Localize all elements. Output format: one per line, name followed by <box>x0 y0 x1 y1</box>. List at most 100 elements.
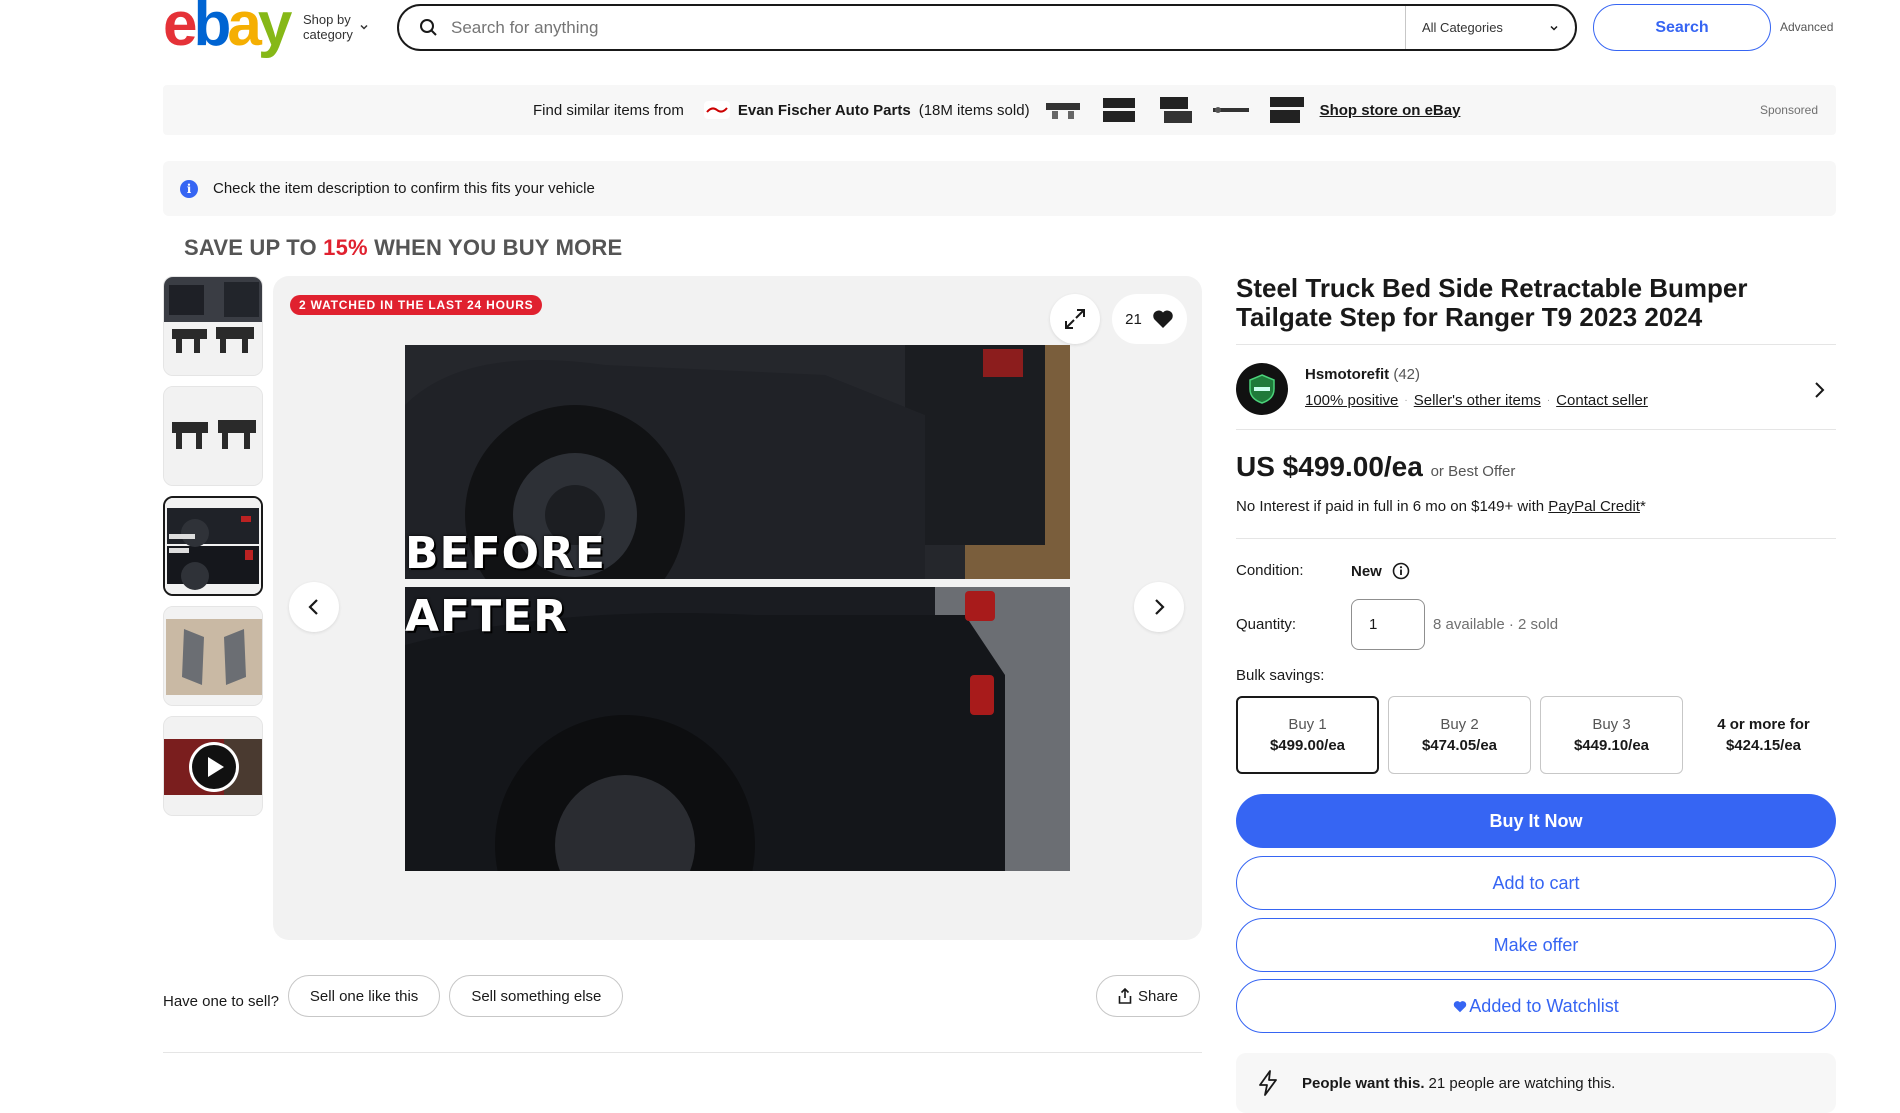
bulk-price: $499.00/ea <box>1269 737 1346 754</box>
separator-dot: · <box>1546 395 1551 406</box>
search-icon <box>420 18 437 36</box>
quantity-input[interactable]: 1 <box>1351 599 1425 650</box>
search-input[interactable] <box>451 17 1405 38</box>
truck-step-icon <box>1159 97 1192 123</box>
divider <box>1236 344 1836 345</box>
people-watching-text: 21 people are watching this. <box>1428 1074 1616 1092</box>
item-price: US $499.00/ea <box>1236 451 1423 482</box>
shop-store-link[interactable]: Shop store on eBay <box>1320 102 1461 119</box>
search-button[interactable]: Search <box>1593 4 1771 51</box>
search-bar: All Categories <box>397 4 1577 51</box>
thumbnail-3[interactable] <box>163 496 263 596</box>
sell-prompt: Have one to sell? <box>163 993 279 1010</box>
item-title: Steel Truck Bed Side Retractable Bumper … <box>1236 273 1748 332</box>
thumbnail-video[interactable] <box>163 716 263 816</box>
condition-label: Condition: <box>1236 562 1304 579</box>
promo-suffix: WHEN YOU BUY MORE <box>374 235 623 260</box>
previous-image-button[interactable] <box>289 582 339 632</box>
bulk-option-4[interactable]: 4 or more for $424.15/ea <box>1692 696 1835 774</box>
credit-text: No Interest if paid in full in 6 mo on $… <box>1236 498 1545 515</box>
shop-by-category-button[interactable]: Shop by category <box>303 12 369 42</box>
next-image-button[interactable] <box>1134 582 1184 632</box>
bulk-savings-label: Bulk savings: <box>1236 667 1325 684</box>
category-label: category <box>303 27 353 42</box>
truck-step-icon <box>1102 98 1135 122</box>
bulk-option-1[interactable]: Buy 1 $499.00/ea <box>1236 696 1379 774</box>
thumbnail-4[interactable] <box>163 606 263 706</box>
watch-button[interactable]: 21 <box>1112 294 1187 344</box>
sell-one-like-this-button[interactable]: Sell one like this <box>287 975 441 1017</box>
fullscreen-button[interactable] <box>1050 294 1100 344</box>
sell-something-else-button[interactable]: Sell something else <box>449 975 624 1017</box>
store-item-thumbnail[interactable] <box>1100 95 1138 125</box>
before-label: BEFORE <box>405 528 606 579</box>
chevron-right-icon[interactable] <box>1813 381 1825 399</box>
watchlist-button[interactable]: Added to Watchlist <box>1236 979 1836 1033</box>
store-item-thumbnail[interactable] <box>1268 95 1306 125</box>
people-watching-banner: People want this. 21 people are watching… <box>1236 1053 1836 1113</box>
seller-feedback-count: (42) <box>1393 366 1421 383</box>
video-thumbnail <box>164 717 262 815</box>
paypal-credit-link[interactable]: PayPal Credit <box>1548 498 1640 515</box>
seller-other-items-link[interactable]: Seller's other items <box>1414 392 1541 409</box>
advanced-search-link[interactable]: Advanced <box>1780 20 1833 34</box>
divider <box>1236 429 1836 430</box>
credit-row: No Interest if paid in full in 6 mo on $… <box>1236 498 1646 515</box>
seller-avatar[interactable] <box>1236 363 1288 415</box>
sell-bar: Have one to sell? Sell one like this Sel… <box>163 975 624 1017</box>
ebay-logo[interactable]: ebay <box>163 0 292 56</box>
thumbnail-2[interactable] <box>163 386 263 486</box>
lightning-icon <box>1259 1070 1277 1096</box>
fitment-notice-text: Check the item description to confirm th… <box>213 180 595 197</box>
seller-shield-logo <box>1249 374 1275 404</box>
thumbnail-1[interactable] <box>163 276 263 376</box>
contact-seller-link[interactable]: Contact seller <box>1556 392 1648 409</box>
store-item-thumbnails <box>1044 95 1306 125</box>
store-logo[interactable] <box>703 101 730 119</box>
product-photo-thumbnail <box>164 607 262 705</box>
bulk-promo-banner: SAVE UP TO 15% WHEN YOU BUY MORE <box>184 235 622 261</box>
shop-by-label: Shop by <box>303 12 351 27</box>
chevron-right-icon <box>1155 599 1165 615</box>
watchlist-label: Added to Watchlist <box>1469 995 1619 1016</box>
bulk-qty: Buy 3 <box>1592 716 1631 733</box>
heart-icon <box>1153 310 1173 328</box>
find-similar-text: Find similar items from <box>533 101 684 119</box>
product-photo-thumbnail <box>164 387 262 485</box>
share-label: Share <box>1138 987 1179 1005</box>
bulk-option-3[interactable]: Buy 3 $449.10/ea <box>1540 696 1683 774</box>
buy-it-now-button[interactable]: Buy It Now <box>1236 794 1836 848</box>
share-button[interactable]: Share <box>1096 975 1201 1017</box>
promo-percent: 15% <box>323 235 368 260</box>
add-to-cart-button[interactable]: Add to cart <box>1236 856 1836 910</box>
chevron-down-icon <box>360 24 368 30</box>
share-icon <box>1118 988 1132 1004</box>
store-item-thumbnail[interactable] <box>1044 95 1082 125</box>
seller-card: Hsmotorefit (42) 100% positive · Seller'… <box>1236 361 1836 416</box>
watch-count: 21 <box>1125 310 1142 328</box>
bulk-qty: Buy 1 <box>1288 716 1327 733</box>
credit-asterisk: * <box>1639 498 1646 515</box>
seller-positive-link[interactable]: 100% positive <box>1305 392 1398 409</box>
main-image-viewer: 2 WATCHED IN THE LAST 24 HOURS 21 BEFORE… <box>273 276 1202 940</box>
category-select[interactable]: All Categories <box>1405 6 1575 49</box>
main-product-photo[interactable]: BEFORE AFTER <box>405 345 1070 871</box>
bulk-option-2[interactable]: Buy 2 $474.05/ea <box>1388 696 1531 774</box>
make-offer-button[interactable]: Make offer <box>1236 918 1836 972</box>
expand-icon <box>1065 309 1085 329</box>
people-want-this: People want this. <box>1302 1074 1425 1092</box>
separator-dot: · <box>1404 395 1408 406</box>
store-item-thumbnail[interactable] <box>1156 95 1194 125</box>
divider <box>1236 538 1836 539</box>
store-item-thumbnail[interactable] <box>1212 95 1250 125</box>
store-banner: Find similar items from Evan Fischer Aut… <box>163 85 1836 135</box>
bulk-qty: Buy 2 <box>1440 716 1479 733</box>
watched-badge: 2 WATCHED IN THE LAST 24 HOURS <box>290 295 543 315</box>
store-name-link[interactable]: Evan Fischer Auto Parts <box>738 102 911 119</box>
seller-name[interactable]: Hsmotorefit <box>1305 366 1389 383</box>
info-circle-icon[interactable] <box>1392 562 1410 580</box>
bulk-price: $424.15/ea <box>1725 737 1802 754</box>
product-photo-thumbnail <box>164 277 262 375</box>
chevron-left-icon <box>308 599 318 615</box>
chevron-down-icon <box>1550 25 1558 31</box>
